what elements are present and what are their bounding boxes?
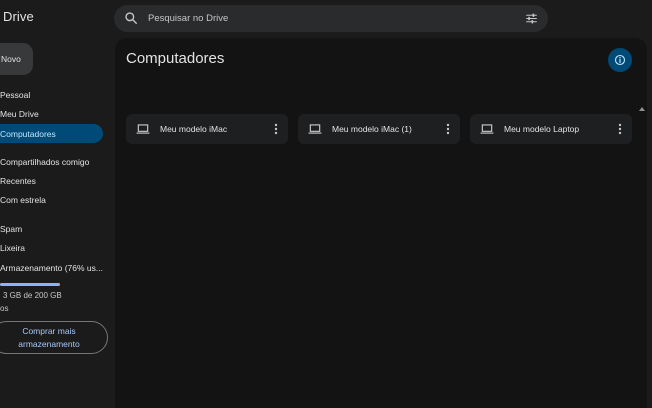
laptop-icon — [308, 124, 322, 134]
sidebar-item-label-computadores: Computadores — [0, 129, 56, 139]
info-button[interactable] — [608, 48, 632, 72]
scroll-up-arrow[interactable] — [639, 106, 645, 112]
sidebar-item-recentes[interactable]: Recentes — [0, 176, 36, 186]
search-icon[interactable] — [124, 11, 138, 25]
storage-sub-text: os — [0, 304, 9, 313]
more-vert-icon[interactable] — [618, 123, 622, 135]
sidebar-item-com-estrela[interactable]: Com estrela — [0, 195, 46, 205]
computer-name: Meu modelo Laptop — [504, 124, 580, 134]
computer-card-imac-1[interactable]: Meu modelo iMac (1) — [298, 114, 460, 144]
main-panel: Computadores Meu modelo iMac Meu modelo … — [115, 38, 647, 408]
more-vert-icon[interactable] — [446, 123, 450, 135]
new-button[interactable]: Novo — [0, 43, 33, 75]
sidebar-item-lixeira[interactable]: Lixeira — [0, 243, 25, 253]
sidebar-item-meu-drive[interactable]: Meu Drive — [0, 109, 39, 119]
sidebar-item-pessoal[interactable]: Pessoal — [0, 90, 30, 100]
sidebar-item-armazenamento[interactable]: Armazenamento (76% us... — [0, 263, 103, 273]
search-input[interactable]: Pesquisar no Drive — [148, 13, 228, 24]
buy-storage-label: Comprar mais armazenamento — [18, 325, 80, 349]
app-title[interactable]: Drive — [3, 9, 34, 24]
computer-name: Meu modelo iMac — [160, 124, 228, 134]
sidebar-item-compartilhados[interactable]: Compartilhados comigo — [0, 157, 89, 167]
search-bar[interactable]: Pesquisar no Drive — [114, 5, 548, 32]
more-vert-icon[interactable] — [274, 123, 278, 135]
computer-name: Meu modelo iMac (1) — [332, 124, 412, 134]
sidebar-item-spam[interactable]: Spam — [0, 224, 22, 234]
laptop-icon — [480, 124, 494, 134]
buy-storage-button[interactable]: Comprar mais armazenamento — [0, 321, 108, 354]
laptop-icon — [136, 124, 150, 134]
info-icon — [614, 54, 626, 66]
filter-icon[interactable] — [525, 12, 538, 25]
computer-card-imac[interactable]: Meu modelo iMac — [126, 114, 288, 144]
storage-used-text: 3 GB de 200 GB — [3, 291, 62, 300]
storage-usage-bar — [0, 283, 60, 286]
page-title: Computadores — [126, 50, 225, 67]
computer-card-laptop[interactable]: Meu modelo Laptop — [470, 114, 632, 144]
new-button-label: Novo — [1, 54, 21, 64]
